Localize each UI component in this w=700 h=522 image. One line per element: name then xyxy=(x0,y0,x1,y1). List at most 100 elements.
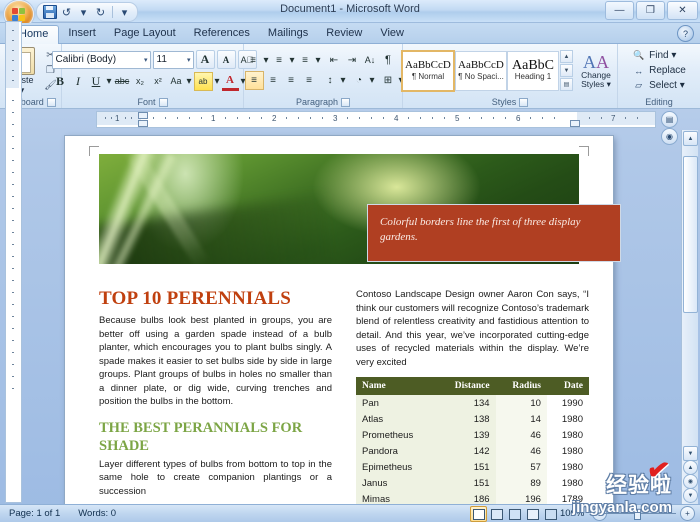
table-row[interactable]: Janus 151 89 1980 xyxy=(356,475,589,491)
styles-more-icon[interactable]: ▤ xyxy=(560,78,573,91)
decrease-indent-button[interactable]: ⇤ xyxy=(326,52,343,69)
style-normal[interactable]: AaBbCcDc ¶ Normal xyxy=(401,49,455,92)
paragraph-dialog-launcher[interactable] xyxy=(341,97,351,107)
first-line-indent-marker[interactable] xyxy=(138,112,148,119)
justify-button[interactable]: ≡ xyxy=(301,72,318,89)
draft-view-button[interactable] xyxy=(542,506,559,522)
styles-dialog-launcher[interactable] xyxy=(519,97,529,107)
style-no-spacing[interactable]: AaBbCcDc ¶ No Spaci... xyxy=(455,50,507,91)
left-paragraph-1[interactable]: Because bulbs look best planted in group… xyxy=(99,314,332,409)
tab-insert[interactable]: Insert xyxy=(59,24,105,43)
sort-button[interactable]: A↓ xyxy=(362,52,379,69)
font-dialog-launcher[interactable] xyxy=(158,97,168,107)
underline-button[interactable]: U xyxy=(88,73,105,90)
right-paragraph-1[interactable]: Contoso Landscape Design owner Aaron Con… xyxy=(356,288,589,369)
table-row[interactable]: Pandora 142 46 1980 xyxy=(356,443,589,459)
underline-chevron-down-icon[interactable]: ▾ xyxy=(106,73,113,90)
table-row[interactable]: Atlas 138 14 1980 xyxy=(356,411,589,427)
strikethrough-button[interactable]: abc xyxy=(114,73,131,90)
page-indicator[interactable]: Page: 1 of 1 xyxy=(0,505,69,522)
word-count[interactable]: Words: 0 xyxy=(69,505,125,522)
change-styles-icon: AA xyxy=(583,51,609,72)
shading-button[interactable]: ◔ xyxy=(351,72,368,89)
vertical-scrollbar[interactable]: ▲ ▼ ▲ ◉ ▼ xyxy=(681,130,698,505)
image-caption-text: Colorful borders line the first of three… xyxy=(380,216,581,243)
print-layout-view-button[interactable] xyxy=(470,506,487,522)
cell-radius: 89 xyxy=(495,475,547,491)
scroll-up-icon[interactable]: ▲ xyxy=(683,131,698,146)
tab-references[interactable]: References xyxy=(185,24,259,43)
table-row[interactable]: Mimas 186 196 1789 xyxy=(356,491,589,505)
replace-button[interactable]: ↔ Replace xyxy=(632,64,686,77)
styles-scroll-up-icon[interactable]: ▲ xyxy=(560,50,573,63)
zoom-slider-knob[interactable] xyxy=(634,509,641,520)
increase-indent-button[interactable]: ⇥ xyxy=(344,52,361,69)
align-left-button[interactable]: ≡ xyxy=(244,70,264,90)
minimize-button[interactable]: — xyxy=(605,1,634,20)
styles-scroll-down-icon[interactable]: ▼ xyxy=(560,64,573,77)
web-layout-view-button[interactable] xyxy=(506,506,523,522)
right-indent-marker[interactable] xyxy=(570,120,580,127)
find-button[interactable]: 🔍 Find ▾ xyxy=(632,49,686,62)
bullets-chevron-down-icon[interactable]: ▾ xyxy=(263,52,270,69)
bold-button[interactable]: B xyxy=(52,73,69,90)
tab-mailings[interactable]: Mailings xyxy=(259,24,317,43)
align-right-button[interactable]: ≡ xyxy=(283,72,300,89)
table-row[interactable]: Epimetheus 151 57 1980 xyxy=(356,459,589,475)
ruler-toggle-icon[interactable]: ▤ xyxy=(661,111,678,128)
font-family-combo[interactable]: Calibri (Body) ▾ xyxy=(51,50,151,69)
font-color-button[interactable]: A xyxy=(221,71,239,91)
left-paragraph-2[interactable]: Layer different types of bulbs from bott… xyxy=(99,458,332,499)
superscript-button[interactable]: x² xyxy=(150,73,167,90)
select-button[interactable]: ▱ Select ▾ xyxy=(632,79,686,92)
table-row[interactable]: Pan 134 10 1990 xyxy=(356,395,589,411)
zoom-in-button[interactable]: + xyxy=(680,506,695,521)
change-styles-button[interactable]: AA Change Styles ▾ xyxy=(573,53,619,89)
table-row[interactable]: Prometheus 139 46 1980 xyxy=(356,427,589,443)
outline-view-button[interactable] xyxy=(524,506,541,522)
highlight-chevron-down-icon[interactable]: ▾ xyxy=(214,73,221,90)
image-caption-box[interactable]: Colorful borders line the first of three… xyxy=(367,204,621,262)
zoom-level[interactable]: 100% xyxy=(560,505,584,522)
line-spacing-button[interactable]: ↕ xyxy=(322,72,339,89)
change-case-chevron-down-icon[interactable]: ▾ xyxy=(186,73,193,90)
bullets-button[interactable]: ≡ xyxy=(245,52,262,69)
grow-font-button[interactable]: A xyxy=(195,50,215,69)
line-spacing-chevron-down-icon[interactable]: ▾ xyxy=(340,72,347,89)
next-page-icon[interactable]: ▼ xyxy=(683,488,698,503)
multilevel-chevron-down-icon[interactable]: ▾ xyxy=(315,52,322,69)
left-indent-marker[interactable] xyxy=(138,120,148,127)
change-case-button[interactable]: Aa xyxy=(168,73,185,90)
numbering-button[interactable]: ≡ xyxy=(271,52,288,69)
tab-page-layout[interactable]: Page Layout xyxy=(105,24,185,43)
shrink-font-button[interactable]: A xyxy=(216,50,236,69)
horizontal-ruler[interactable]: 1 1 2 3 4 5 6 7 xyxy=(96,111,656,128)
scrollbar-thumb[interactable] xyxy=(683,156,698,313)
document-page[interactable]: Colorful borders line the first of three… xyxy=(65,136,621,505)
shading-chevron-down-icon[interactable]: ▾ xyxy=(369,72,376,89)
vertical-ruler[interactable] xyxy=(5,21,22,503)
text-highlight-button[interactable]: ab xyxy=(193,71,213,91)
document-canvas[interactable]: Colorful borders line the first of three… xyxy=(24,130,678,505)
italic-button[interactable]: I xyxy=(70,73,87,90)
subscript-button[interactable]: x₂ xyxy=(132,73,149,90)
select-browse-object-icon[interactable]: ◉ xyxy=(683,474,698,489)
tab-view[interactable]: View xyxy=(371,24,413,43)
previous-page-icon[interactable]: ▲ xyxy=(683,460,698,475)
scroll-down-icon[interactable]: ▼ xyxy=(683,446,698,461)
style-heading-1[interactable]: AaBbC Heading 1 xyxy=(507,50,559,91)
full-screen-reading-view-button[interactable] xyxy=(488,506,505,522)
data-table[interactable]: Name Distance Radius Date Pan 134 10 199… xyxy=(356,377,589,505)
close-button[interactable]: ✕ xyxy=(667,1,698,20)
font-size-combo[interactable]: 11 ▾ xyxy=(152,50,194,69)
multilevel-list-button[interactable]: ≡ xyxy=(297,52,314,69)
zoom-slider[interactable] xyxy=(600,509,676,520)
borders-button[interactable]: ⊞ xyxy=(380,72,397,89)
show-formatting-marks-button[interactable]: ¶ xyxy=(380,52,397,69)
align-center-button[interactable]: ≡ xyxy=(265,72,282,89)
tab-review[interactable]: Review xyxy=(317,24,371,43)
numbering-chevron-down-icon[interactable]: ▾ xyxy=(289,52,296,69)
maximize-button[interactable]: ❐ xyxy=(636,1,665,20)
help-icon[interactable]: ? xyxy=(677,25,694,42)
clipboard-dialog-launcher[interactable] xyxy=(46,97,56,107)
